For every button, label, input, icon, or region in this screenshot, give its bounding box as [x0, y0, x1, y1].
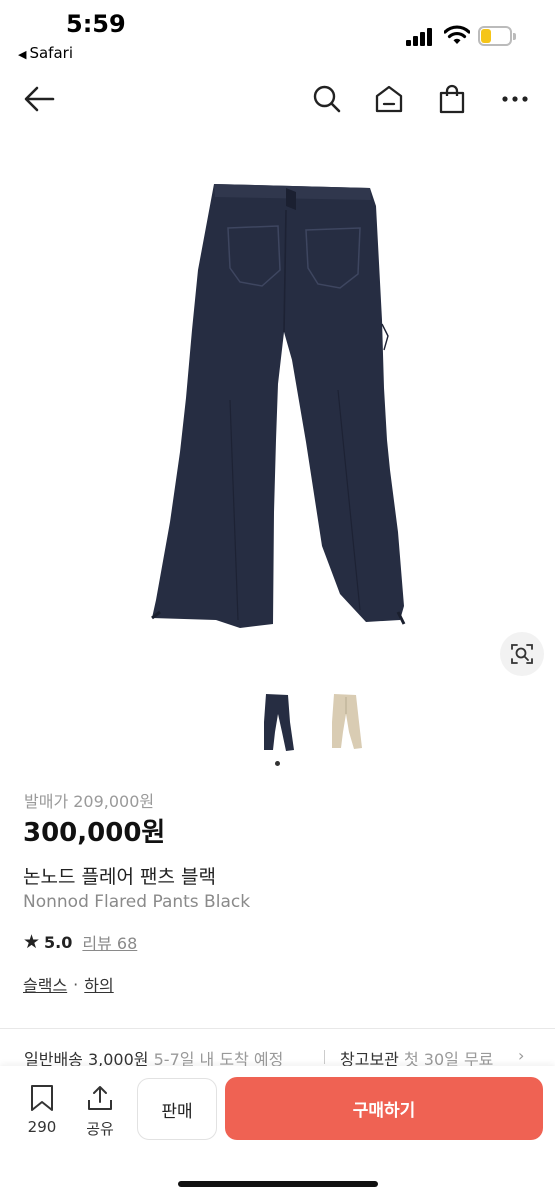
more-icon [502, 96, 528, 102]
back-triangle-icon: ◀ [18, 48, 27, 61]
review-link[interactable]: 리뷰 68 [82, 930, 137, 954]
home-button[interactable] [370, 80, 408, 118]
carousel-indicator [275, 761, 280, 766]
status-bar: 5:59 ◀ Safari [0, 0, 555, 70]
star-icon: ★ [23, 931, 41, 953]
cellular-signal-icon [406, 26, 434, 46]
wifi-icon [444, 25, 470, 44]
nav-bar [0, 72, 555, 126]
search-icon [313, 85, 341, 113]
pants-illustration [151, 184, 406, 628]
status-time: 5:59 [66, 10, 126, 38]
rating-score: 5.0 [44, 932, 73, 952]
category-link-slacks[interactable]: 슬랙스 [23, 972, 67, 996]
battery-icon [478, 26, 516, 46]
thumbnail-navy[interactable] [258, 692, 298, 754]
chevron-right-icon: › [518, 1046, 525, 1065]
product-name-en: Nonnod Flared Pants Black [23, 892, 251, 912]
more-button[interactable] [496, 80, 534, 118]
home-indicator [178, 1181, 378, 1187]
bookmark-icon [31, 1085, 53, 1111]
divider [0, 1028, 555, 1029]
category-breadcrumb: 슬랙스 · 하의 [23, 972, 114, 996]
back-to-app[interactable]: ◀ Safari [18, 44, 73, 62]
category-separator: · [73, 974, 79, 994]
cart-button[interactable] [433, 80, 471, 118]
image-search-button[interactable] [500, 632, 544, 676]
category-link-bottoms[interactable]: 하의 [84, 972, 113, 996]
product-name-ko: 논노드 플레어 팬츠 블랙 [23, 866, 216, 888]
back-arrow-icon [24, 86, 55, 112]
rating-row: ★ 5.0 리뷰 68 [23, 930, 137, 954]
buy-button[interactable]: 구매하기 [225, 1077, 543, 1140]
bookmark-count: 290 [27, 1118, 57, 1136]
shipping-divider [324, 1050, 325, 1064]
product-image[interactable] [0, 140, 555, 680]
shopping-bag-icon [439, 84, 465, 114]
sell-button[interactable]: 판매 [137, 1078, 217, 1140]
share-icon [88, 1086, 112, 1110]
home-icon [375, 85, 403, 113]
bookmark-button[interactable]: 290 [22, 1084, 62, 1136]
search-button[interactable] [308, 80, 346, 118]
back-button[interactable] [20, 80, 58, 118]
release-price: 발매가 209,000원 [24, 792, 155, 811]
lens-search-icon [511, 644, 533, 664]
back-app-label: Safari [29, 44, 73, 62]
share-label: 공유 [86, 1120, 114, 1138]
share-button[interactable]: 공유 [80, 1084, 120, 1139]
price: 300,000원 [23, 818, 166, 848]
thumbnail-beige[interactable] [326, 692, 366, 754]
